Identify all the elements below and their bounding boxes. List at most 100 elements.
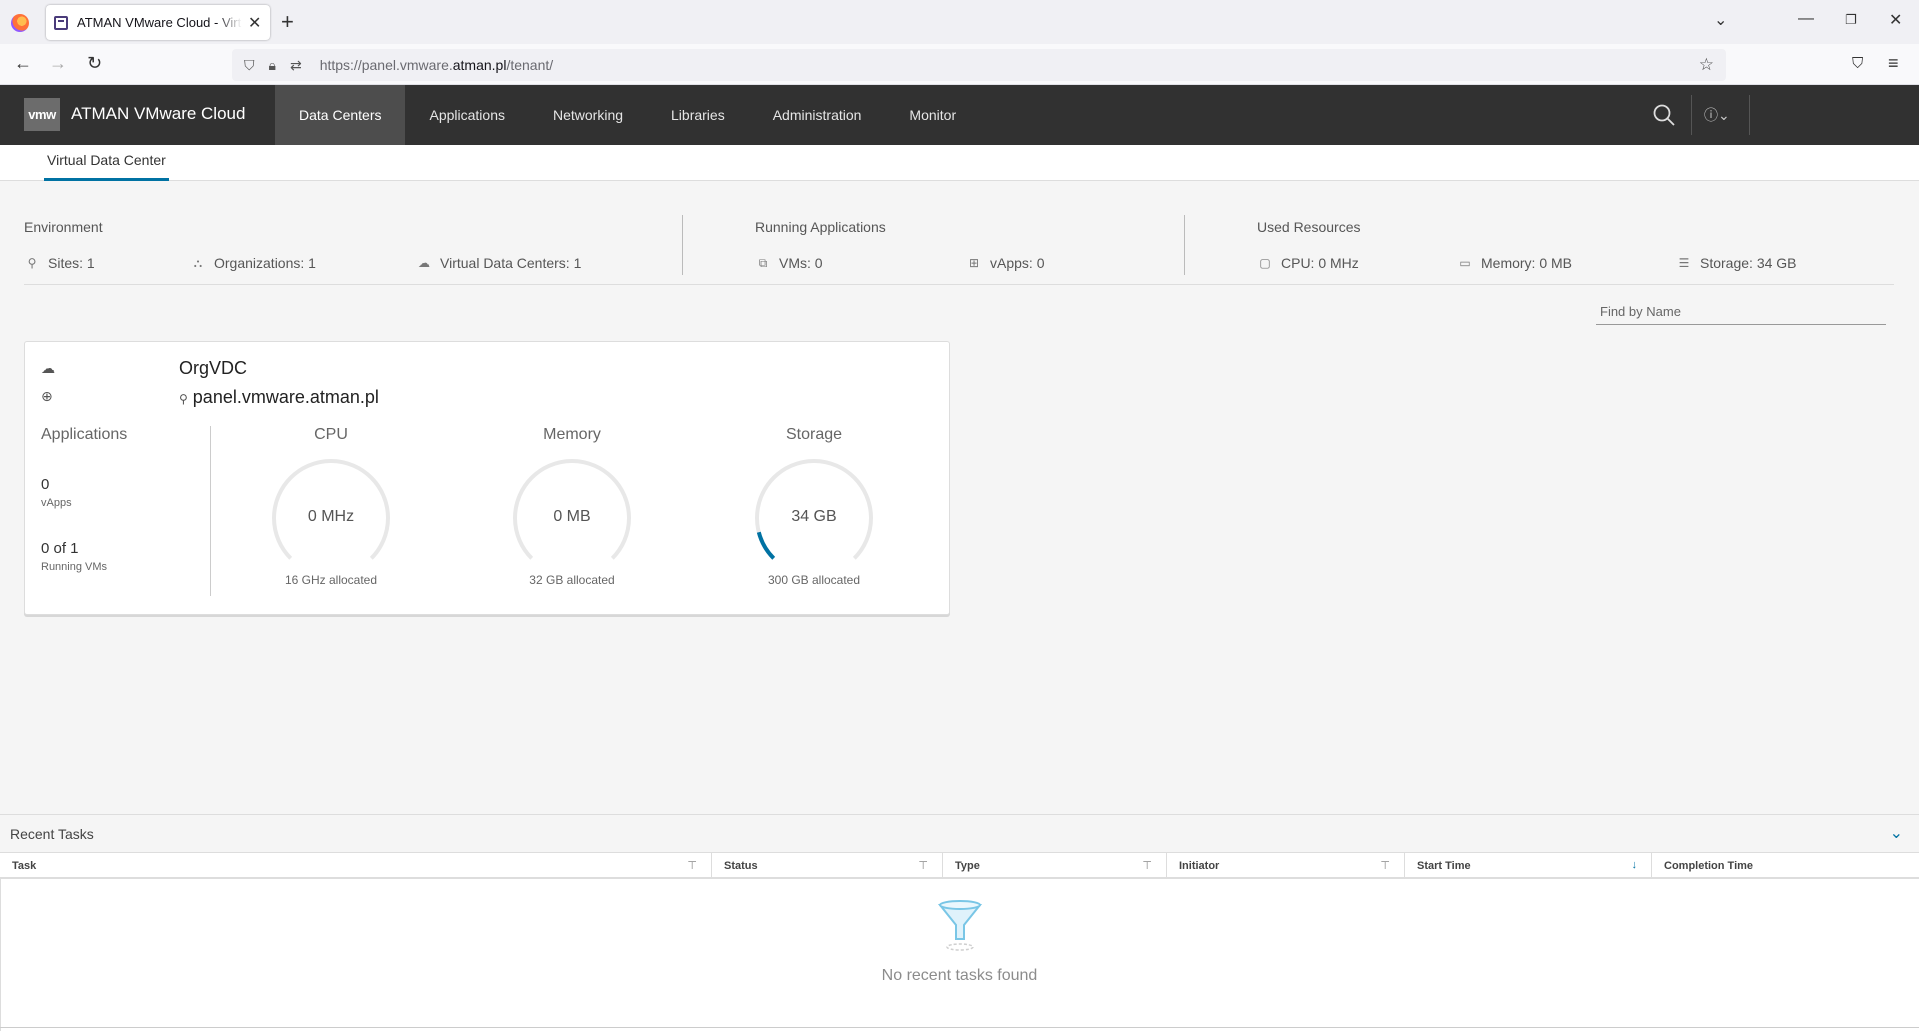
filter-icon[interactable]: ⊤ [1142,859,1152,872]
tasks-table-header: Task ⊤ Status ⊤ Type ⊤ Initiator ⊤ Start Tim… [0,853,1919,879]
shield-icon[interactable]: ⛉ [244,57,255,74]
vmw-logo: vmw [24,98,60,131]
recent-tasks-title: Recent Tasks [10,826,94,842]
collapse-chevron-icon[interactable]: ⌄ [1890,823,1903,843]
tab-virtual-data-center[interactable]: Virtual Data Center [44,145,169,181]
storage-usage: ☰ Storage: 34 GB [1676,255,1797,271]
vapps-count: 0 [41,476,50,493]
cpu-icon: ▢ [1259,256,1271,270]
header-divider [1749,95,1750,135]
vapp-icon: ⊞ [968,256,980,270]
help-icon[interactable]: ⓘ⌄ [1704,105,1730,125]
close-tab-icon[interactable]: ✕ [248,13,261,33]
memory-usage: ▭ Memory: 0 MB [1457,255,1572,271]
browser-tab-bar: ATMAN VMware Cloud - Virtual Data Center… [0,0,1919,44]
cloud-icon: ☁︎ [418,256,430,270]
nav-libraries[interactable]: Libraries [647,85,749,145]
forward-icon[interactable]: → [49,53,67,74]
header-divider [1691,95,1692,135]
summary-divider [1184,215,1185,275]
filter-icon[interactable]: ⊤ [1380,859,1390,872]
permissions-icon[interactable]: ⇄ [290,57,302,74]
find-by-name-input[interactable]: Find by Name [1596,300,1886,325]
cpu-gauge: CPU 0 MHz 16 GHz allocated [231,426,431,596]
gauge-title: CPU [314,426,348,443]
tab-list-icon[interactable]: ⌄ [1714,10,1727,30]
recent-tasks-panel: Recent Tasks ⌄ Task ⊤ Status ⊤ Type ⊤ Initi… [0,814,1919,1031]
pocket-icon[interactable]: ⛉ [1852,55,1863,72]
reload-icon[interactable]: ↻ [87,53,102,74]
storage-icon: ☰ [1678,256,1690,270]
sort-descending-icon[interactable]: ↓ [1632,859,1638,871]
vdcs-count: ☁︎ Virtual Data Centers: 1 [418,255,582,271]
cpu-usage: ▢ CPU: 0 MHz [1257,255,1358,271]
vapps-count: ⊞ vApps: 0 [966,255,1045,271]
firefox-icon [11,14,29,32]
vdc-site: ⚲ panel.vmware.atman.pl [179,387,379,407]
memory-gauge: Memory 0 MB 32 GB allocated [472,426,672,596]
empty-filter-icon [937,900,983,951]
column-status[interactable]: Status ⊤ [712,853,943,879]
gauge-allocated: 300 GB allocated [767,573,861,587]
menu-icon[interactable]: ≡ [1888,53,1899,74]
column-start-time[interactable]: Start Time ↓ [1405,853,1652,879]
location-pin-icon: ⚲ [27,256,37,270]
bookmark-star-icon[interactable]: ☆ [1699,55,1714,75]
table-left-border [0,879,1,1031]
gauge-title: Memory [543,426,601,443]
memory-icon: ▭ [1459,256,1471,270]
back-icon[interactable]: ← [14,53,32,74]
url-text: https://panel.vmware.atman.pl/tenant/ [319,57,554,73]
browser-tab[interactable]: ATMAN VMware Cloud - Virtual Data Center… [46,5,270,40]
running-vms-count: 0 of 1 [41,540,79,557]
app-title: ATMAN VMware Cloud [71,104,246,123]
vdc-card[interactable]: ☁︎ ⊕ OrgVDC ⚲ panel.vmware.atman.pl Appli… [24,341,950,615]
vms-count: ⧉ VMs: 0 [755,255,823,271]
environment-title: Environment [24,219,103,235]
gauge-title: Storage [785,426,843,443]
app-header: vmw ATMAN VMware Cloud Data Centers Appl… [0,85,1919,145]
gauge-value: 34 GB [791,508,837,525]
tab-title: ATMAN VMware Cloud - Virtual Data Center [77,15,242,30]
tab-favicon-icon [54,15,68,30]
cloud-icon: ☁︎ [41,360,55,376]
vapps-label: vApps [41,497,72,509]
gauge-value: 0 MB [553,508,591,525]
lock-icon[interactable]: 🔒︎ [269,57,276,74]
column-initiator[interactable]: Initiator ⊤ [1167,853,1405,879]
sub-nav: Virtual Data Center [0,145,1919,181]
column-completion-time[interactable]: Completion Time [1652,853,1919,879]
applications-title: Applications [41,426,128,443]
new-tab-icon[interactable]: + [281,9,294,35]
recent-tasks-header[interactable]: Recent Tasks ⌄ [0,815,1919,853]
nav-data-centers[interactable]: Data Centers [275,85,406,145]
storage-gauge: Storage 34 GB 300 GB allocated [714,426,914,596]
search-icon[interactable] [1652,103,1676,127]
main-nav: Data Centers Applications Networking Lib… [275,85,980,145]
location-pin-icon: ⚲ [179,392,188,406]
minimize-icon[interactable]: — [1798,10,1814,28]
vm-icon: ⧉ [758,255,768,270]
organization-icon: ⛬ [193,255,203,270]
restore-icon[interactable]: ❐ [1845,12,1857,28]
column-task[interactable]: Task ⊤ [0,853,712,879]
filter-icon[interactable]: ⊤ [918,859,928,872]
nav-applications[interactable]: Applications [405,85,529,145]
nav-administration[interactable]: Administration [749,85,886,145]
summary-divider [682,215,683,275]
sites-count: ⚲ Sites: 1 [24,255,95,271]
url-bar[interactable]: ⛉ 🔒︎ ⇄ https://panel.vmware.atman.pl/ten… [232,49,1726,81]
organizations-count: ⛬ Organizations: 1 [190,255,316,271]
running-apps-title: Running Applications [755,219,886,235]
running-vms-label: Running VMs [41,561,108,573]
empty-tasks-message: No recent tasks found [881,967,1038,984]
nav-networking[interactable]: Networking [529,85,647,145]
panel-bottom-border [0,1027,1919,1028]
filter-icon[interactable]: ⊤ [687,859,697,872]
gauge-value: 0 MHz [307,508,355,525]
column-type[interactable]: Type ⊤ [943,853,1167,879]
nav-monitor[interactable]: Monitor [885,85,980,145]
globe-icon: ⊕ [41,388,53,404]
vdc-name[interactable]: OrgVDC [179,358,247,379]
close-window-icon[interactable]: ✕ [1889,10,1902,30]
